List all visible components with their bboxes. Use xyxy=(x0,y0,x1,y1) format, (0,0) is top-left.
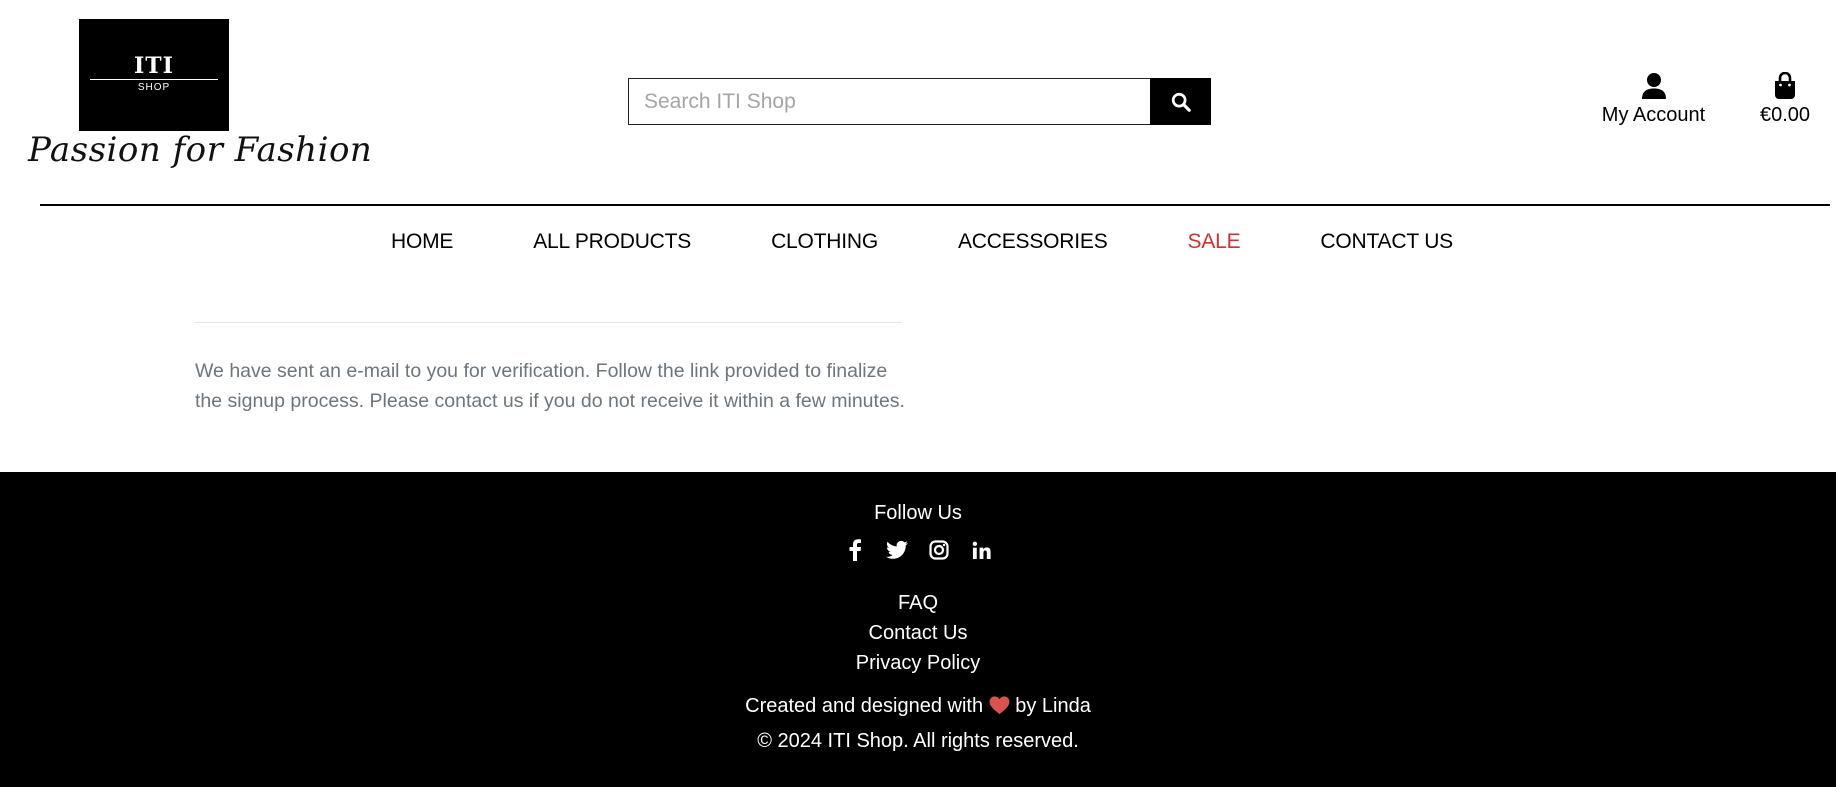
cart-link[interactable]: €0.00 xyxy=(1755,71,1815,127)
footer-link-faq[interactable]: FAQ xyxy=(0,588,1836,618)
verification-message: We have sent an e-mail to you for verifi… xyxy=(195,360,905,412)
heart-icon xyxy=(989,696,1010,715)
my-account-label: My Account xyxy=(1601,104,1706,126)
nav-home[interactable]: HOME xyxy=(391,230,453,254)
copyright: © 2024 ITI Shop. All rights reserved. xyxy=(757,730,1079,752)
logo-title: ITI xyxy=(134,53,174,79)
site-logo[interactable]: ITI SHOP xyxy=(79,19,229,131)
nav-sale[interactable]: SALE xyxy=(1188,230,1241,254)
nav-all-products[interactable]: ALL PRODUCTS xyxy=(533,230,691,254)
social-links xyxy=(0,538,1836,562)
nav-accessories[interactable]: ACCESSORIES xyxy=(958,230,1108,254)
footer-credit: Created and designed with by Linda xyxy=(0,695,1836,718)
twitter-icon[interactable] xyxy=(885,538,909,562)
instagram-icon[interactable] xyxy=(927,538,951,562)
search-icon xyxy=(1171,92,1191,112)
credit-text-before: Created and designed with xyxy=(745,695,984,717)
footer-link-privacy-policy[interactable]: Privacy Policy xyxy=(0,648,1836,678)
shopping-bag-icon xyxy=(1755,71,1815,102)
logo-divider xyxy=(90,79,218,80)
content-divider xyxy=(195,322,902,323)
search-input[interactable] xyxy=(628,78,1150,125)
search-button[interactable] xyxy=(1150,78,1211,125)
follow-us-heading: Follow Us xyxy=(874,502,962,524)
cart-total: €0.00 xyxy=(1759,104,1811,126)
nav-contact-us[interactable]: CONTACT US xyxy=(1320,230,1453,254)
logo-subtitle: SHOP xyxy=(137,82,171,93)
my-account-link[interactable]: My Account xyxy=(1596,72,1711,127)
header-divider xyxy=(40,204,1830,206)
footer-link-contact-us[interactable]: Contact Us xyxy=(0,618,1836,648)
facebook-icon[interactable] xyxy=(843,538,867,562)
search-form xyxy=(628,78,1211,125)
user-icon xyxy=(1596,72,1711,102)
credit-text-after: by Linda xyxy=(1015,695,1091,717)
site-footer: Follow Us FAQ Contact Us Privacy Policy xyxy=(0,472,1836,787)
footer-links: FAQ Contact Us Privacy Policy xyxy=(0,588,1836,678)
nav-clothing[interactable]: CLOTHING xyxy=(771,230,878,254)
main-nav: HOME ALL PRODUCTS CLOTHING ACCESSORIES S… xyxy=(0,230,1836,254)
site-header: ITI SHOP Passion for Fashion My Account xyxy=(0,0,1836,206)
brand-tagline: Passion for Fashion xyxy=(28,130,373,170)
linkedin-icon[interactable] xyxy=(969,538,993,562)
